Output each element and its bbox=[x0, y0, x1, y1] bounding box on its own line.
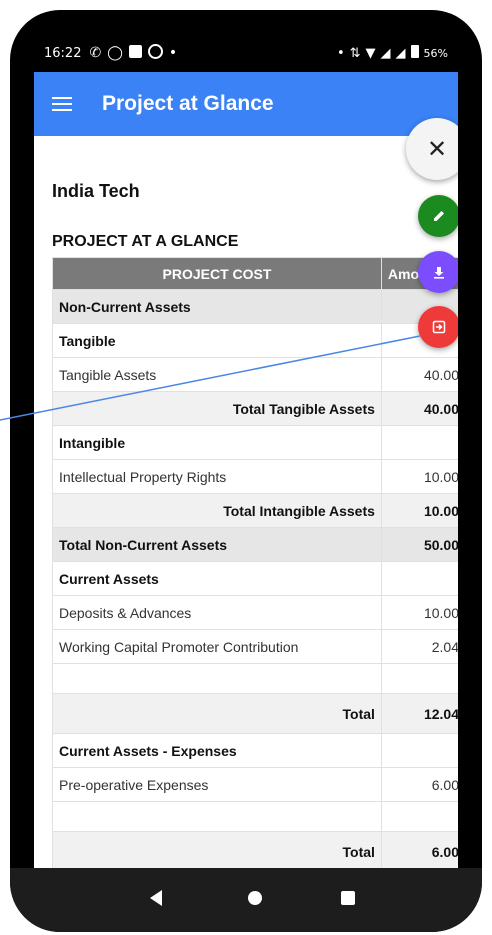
table-row: Total 6.00 bbox=[52, 831, 458, 868]
recent-apps-icon[interactable] bbox=[341, 891, 355, 905]
row-label: Total Non-Current Assets bbox=[52, 527, 382, 562]
row-label: Total bbox=[52, 831, 382, 868]
data-signal-icon: ⇅ bbox=[349, 45, 361, 61]
table-row bbox=[52, 663, 458, 694]
signal-icon: ◢ bbox=[380, 45, 391, 61]
table-row: Total Non-Current Assets 50.00 bbox=[52, 527, 458, 562]
export-icon bbox=[432, 320, 446, 334]
table-row: Current Assets - Expenses bbox=[52, 733, 458, 768]
row-value bbox=[380, 801, 458, 832]
table-row: Tangible Assets 40.00 bbox=[52, 357, 458, 392]
status-right: • ⇅ ▼ ◢ ◢ 56% bbox=[336, 44, 448, 62]
row-label: Total Tangible Assets bbox=[52, 391, 382, 426]
table-row: Total 12.04 bbox=[52, 693, 458, 734]
row-label: Tangible bbox=[52, 323, 382, 358]
row-label: Total bbox=[52, 693, 382, 734]
app-title: Project at Glance bbox=[102, 92, 274, 115]
signal-icon: ◢ bbox=[395, 45, 406, 61]
close-icon: ✕ bbox=[426, 135, 448, 163]
table-header-row: PROJECT COST Amo bbox=[52, 257, 458, 290]
edit-fab-button[interactable] bbox=[418, 195, 458, 237]
row-label: Tangible Assets bbox=[52, 357, 382, 392]
download-icon bbox=[434, 267, 444, 279]
table-row: Deposits & Advances 10.00 bbox=[52, 595, 458, 630]
row-value: 12.04 bbox=[380, 693, 458, 734]
row-label: Total Intangible Assets bbox=[52, 493, 382, 528]
row-label: Pre-operative Expenses bbox=[52, 767, 382, 802]
row-label: Deposits & Advances bbox=[52, 595, 382, 630]
content-area: India Tech PROJECT AT A GLANCE PROJECT C… bbox=[34, 136, 458, 868]
wifi-icon: ▼ bbox=[365, 45, 376, 61]
phone-frame: 16:22 ✆ ◯ • • ⇅ ▼ ◢ ◢ 56% Project at Gla… bbox=[10, 10, 482, 932]
battery-icon bbox=[410, 44, 419, 62]
table-row: Total Intangible Assets 10.00 bbox=[52, 493, 458, 528]
pinterest-icon: ◯ bbox=[107, 45, 123, 61]
row-value: 6.00 bbox=[380, 767, 458, 802]
row-label bbox=[52, 801, 382, 832]
screen: 16:22 ✆ ◯ • • ⇅ ▼ ◢ ◢ 56% Project at Gla… bbox=[34, 34, 458, 868]
report-heading: PROJECT AT A GLANCE bbox=[52, 233, 239, 250]
row-value: 40.00 bbox=[380, 357, 458, 392]
home-icon[interactable] bbox=[248, 891, 262, 905]
pencil-icon bbox=[434, 211, 444, 221]
ring-icon bbox=[147, 43, 163, 63]
row-value bbox=[380, 561, 458, 596]
square-icon bbox=[128, 44, 142, 62]
dot-icon: • bbox=[336, 45, 345, 61]
row-label bbox=[52, 663, 382, 694]
status-bar: 16:22 ✆ ◯ • • ⇅ ▼ ◢ ◢ 56% bbox=[34, 34, 458, 72]
row-label: Working Capital Promoter Contribution bbox=[52, 629, 382, 664]
row-value: 50.00 bbox=[380, 527, 458, 562]
table-row: Intangible bbox=[52, 425, 458, 460]
menu-icon[interactable] bbox=[52, 97, 72, 111]
battery-percent: 56% bbox=[423, 46, 448, 60]
table-row: Current Assets bbox=[52, 561, 458, 596]
row-value bbox=[380, 733, 458, 768]
row-label: Non-Current Assets bbox=[52, 289, 382, 324]
table-row: Working Capital Promoter Contribution 2.0… bbox=[52, 629, 458, 664]
status-time: 16:22 bbox=[44, 45, 82, 61]
navigation-bar bbox=[10, 868, 482, 932]
project-cost-table: PROJECT COST Amo Non-Current Assets Tang… bbox=[52, 257, 458, 868]
row-label: Current Assets bbox=[52, 561, 382, 596]
table-row: Total Tangible Assets 40.00 bbox=[52, 391, 458, 426]
whatsapp-icon: ✆ bbox=[89, 45, 102, 61]
row-value bbox=[380, 663, 458, 694]
row-value bbox=[380, 425, 458, 460]
table-row: Non-Current Assets bbox=[52, 289, 458, 324]
app-bar: Project at Glance bbox=[34, 72, 458, 136]
download-fab-button[interactable] bbox=[418, 251, 458, 293]
table-row: Intellectual Property Rights 10.00 bbox=[52, 459, 458, 494]
company-name: India Tech bbox=[52, 181, 140, 201]
row-value: 10.00 bbox=[380, 595, 458, 630]
row-label: Intangible bbox=[52, 425, 382, 460]
export-fab-button[interactable] bbox=[418, 306, 458, 348]
row-value: 6.00 bbox=[380, 831, 458, 868]
table-row: Pre-operative Expenses 6.00 bbox=[52, 767, 458, 802]
table-row: Tangible bbox=[52, 323, 458, 358]
row-value: 2.04 bbox=[380, 629, 458, 664]
row-label: Current Assets - Expenses bbox=[52, 733, 382, 768]
row-value: 40.00 bbox=[380, 391, 458, 426]
table-row bbox=[52, 801, 458, 832]
dot-icon: • bbox=[168, 45, 178, 61]
row-value: 10.00 bbox=[380, 493, 458, 528]
row-value: 10.00 bbox=[380, 459, 458, 494]
row-label: Intellectual Property Rights bbox=[52, 459, 382, 494]
column-header-project-cost: PROJECT COST bbox=[52, 257, 382, 290]
back-icon[interactable] bbox=[150, 890, 162, 906]
